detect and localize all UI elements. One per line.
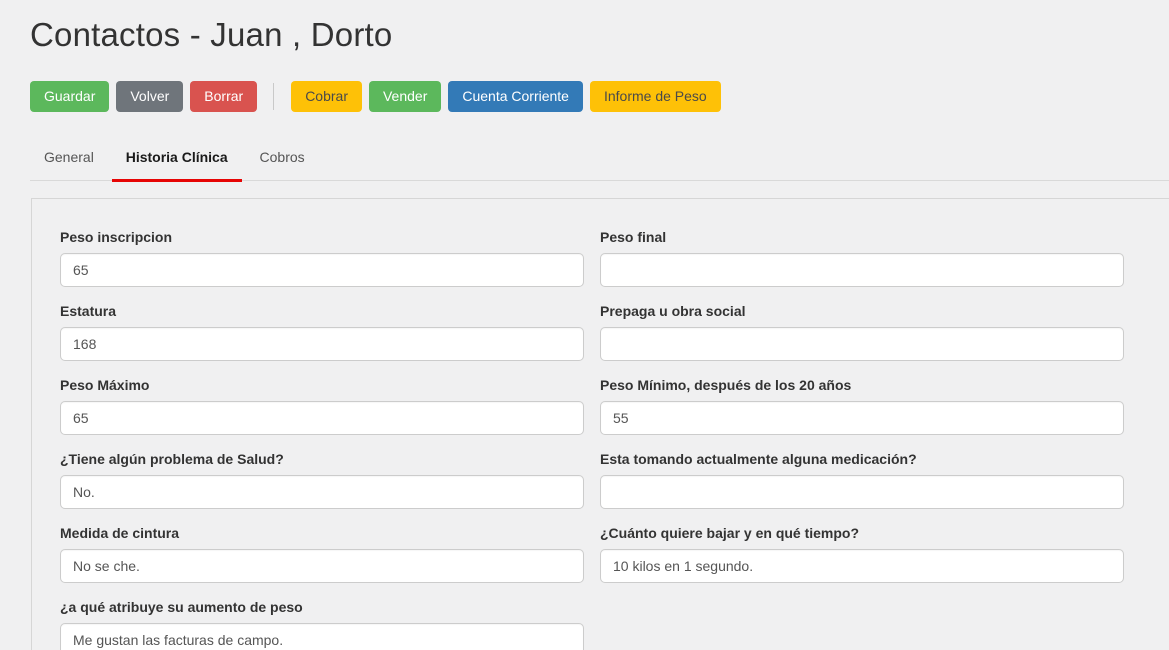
cuanto-bajar-input[interactable] [600, 549, 1124, 583]
tab-cobros[interactable]: Cobros [246, 138, 319, 180]
medicacion-input[interactable] [600, 475, 1124, 509]
field-label: Peso inscripcion [60, 229, 584, 246]
peso-final-input[interactable] [600, 253, 1124, 287]
form-grid: Peso inscripcion Peso final Estatura Pre… [60, 229, 1169, 650]
medida-cintura-input[interactable] [60, 549, 584, 583]
field-problema-salud: ¿Tiene algún problema de Salud? [60, 451, 584, 509]
field-medida-cintura: Medida de cintura [60, 525, 584, 583]
field-peso-minimo: Peso Mínimo, después de los 20 años [600, 377, 1124, 435]
field-cuanto-bajar: ¿Cuánto quiere bajar y en qué tiempo? [600, 525, 1124, 583]
peso-maximo-input[interactable] [60, 401, 584, 435]
field-label: ¿Tiene algún problema de Salud? [60, 451, 584, 468]
field-peso-maximo: Peso Máximo [60, 377, 584, 435]
tab-bar: General Historia Clínica Cobros [30, 138, 1169, 181]
field-label: Medida de cintura [60, 525, 584, 542]
field-label: Peso final [600, 229, 1124, 246]
toolbar: Guardar Volver Borrar Cobrar Vender Cuen… [30, 81, 1169, 112]
field-label: Peso Máximo [60, 377, 584, 394]
field-label: Esta tomando actualmente alguna medicaci… [600, 451, 1124, 468]
field-peso-inscripcion: Peso inscripcion [60, 229, 584, 287]
tab-historia-clinica[interactable]: Historia Clínica [112, 138, 242, 180]
vender-button[interactable]: Vender [369, 81, 441, 112]
field-label: Estatura [60, 303, 584, 320]
borrar-button[interactable]: Borrar [190, 81, 257, 112]
page: Contactos - Juan , Dorto Guardar Volver … [0, 0, 1169, 650]
peso-minimo-input[interactable] [600, 401, 1124, 435]
informe-de-peso-button[interactable]: Informe de Peso [590, 81, 721, 112]
historia-clinica-panel: Peso inscripcion Peso final Estatura Pre… [31, 198, 1169, 650]
field-atribuye-aumento: ¿a qué atribuye su aumento de peso [60, 599, 584, 650]
field-label: Prepaga u obra social [600, 303, 1124, 320]
cuenta-corriente-button[interactable]: Cuenta Corriente [448, 81, 583, 112]
tab-general[interactable]: General [30, 138, 108, 180]
estatura-input[interactable] [60, 327, 584, 361]
field-peso-final: Peso final [600, 229, 1124, 287]
prepaga-input[interactable] [600, 327, 1124, 361]
field-label: ¿Cuánto quiere bajar y en qué tiempo? [600, 525, 1124, 542]
volver-button[interactable]: Volver [116, 81, 183, 112]
field-label: ¿a qué atribuye su aumento de peso [60, 599, 584, 616]
field-medicacion: Esta tomando actualmente alguna medicaci… [600, 451, 1124, 509]
page-title: Contactos - Juan , Dorto [30, 16, 1169, 54]
problema-salud-input[interactable] [60, 475, 584, 509]
field-estatura: Estatura [60, 303, 584, 361]
cobrar-button[interactable]: Cobrar [291, 81, 362, 112]
atribuye-aumento-input[interactable] [60, 623, 584, 650]
peso-inscripcion-input[interactable] [60, 253, 584, 287]
field-label: Peso Mínimo, después de los 20 años [600, 377, 1124, 394]
field-prepaga: Prepaga u obra social [600, 303, 1124, 361]
guardar-button[interactable]: Guardar [30, 81, 109, 112]
toolbar-separator [273, 83, 274, 110]
